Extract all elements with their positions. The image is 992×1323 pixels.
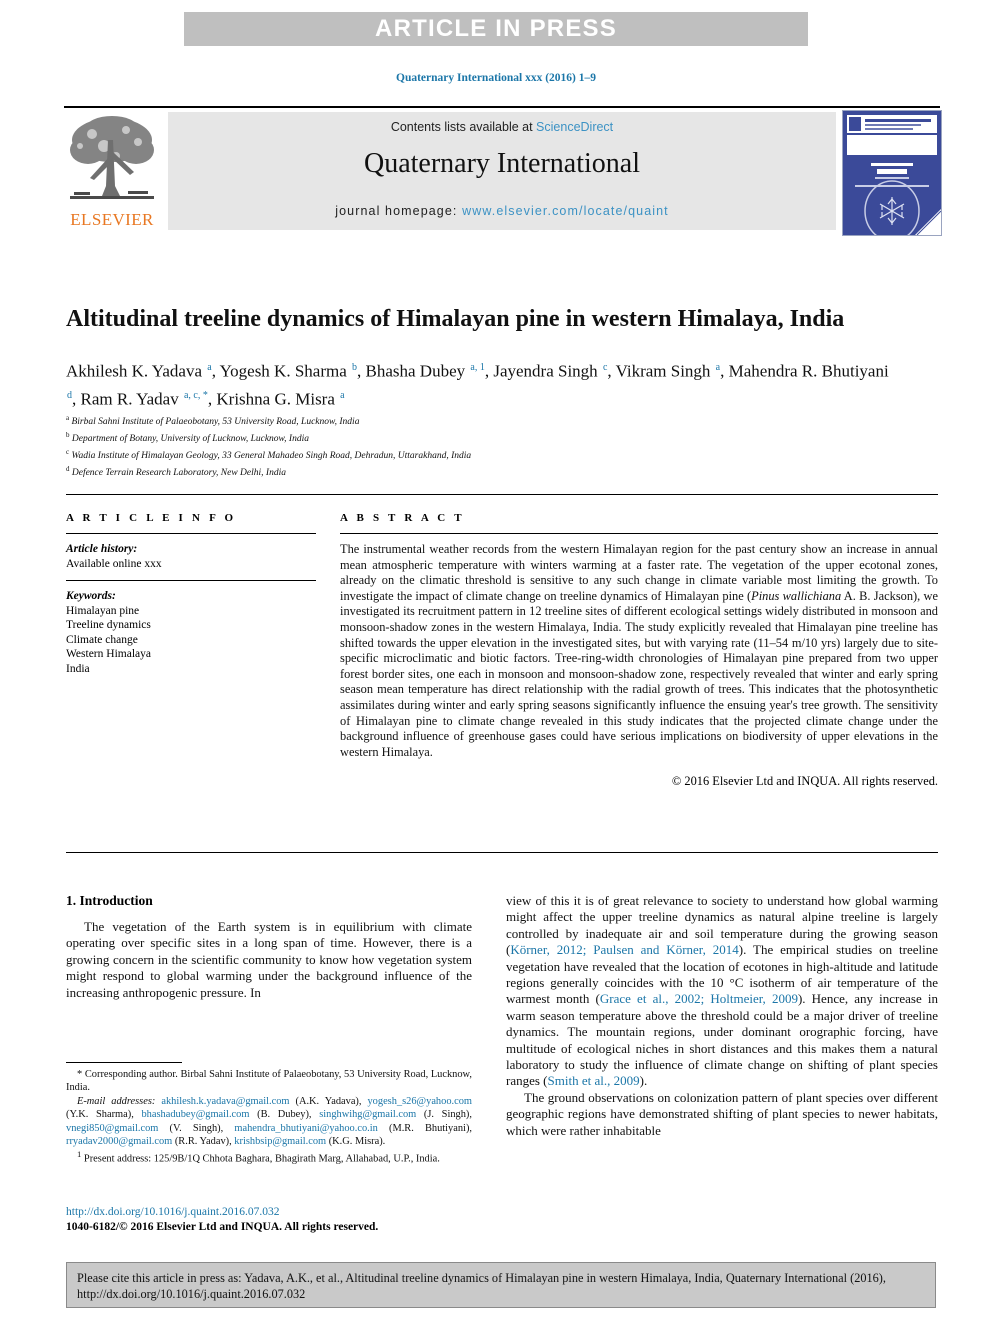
section-heading-introduction: 1. Introduction bbox=[66, 893, 153, 908]
intro-paragraph-right-2: The ground observations on colonization … bbox=[506, 1089, 938, 1138]
page-title: Altitudinal treeline dynamics of Himalay… bbox=[66, 306, 845, 333]
elsevier-tree-icon bbox=[68, 112, 156, 208]
info-section-top-rule bbox=[66, 494, 938, 495]
article-history-label: Article history: bbox=[66, 543, 138, 555]
article-info-rule-1 bbox=[66, 533, 316, 534]
journal-homepage-line: journal homepage: www.elsevier.com/locat… bbox=[168, 204, 836, 218]
affiliation-list: a Birbal Sahni Institute of Palaeobotany… bbox=[66, 412, 896, 480]
homepage-prefix-label: journal homepage: bbox=[335, 204, 463, 218]
affiliation-item: a Birbal Sahni Institute of Palaeobotany… bbox=[66, 412, 896, 429]
corresponding-author-note: * Corresponding author. Birbal Sahni Ins… bbox=[66, 1069, 472, 1094]
abstract-column: A B S T R A C T The instrumental weather… bbox=[340, 512, 938, 789]
journal-title: Quaternary International bbox=[364, 148, 640, 179]
abstract-copyright: © 2016 Elsevier Ltd and INQUA. All right… bbox=[671, 774, 938, 789]
sciencedirect-link[interactable]: ScienceDirect bbox=[536, 120, 613, 134]
affiliation-marker: b bbox=[66, 430, 70, 439]
journal-homepage-link[interactable]: www.elsevier.com/locate/quaint bbox=[462, 204, 669, 218]
abstract-text: The instrumental weather records from th… bbox=[340, 542, 939, 759]
contents-lists-line: Contents lists available at ScienceDirec… bbox=[168, 120, 836, 134]
body-left-column: 1. Introduction The vegetation of the Ea… bbox=[66, 893, 472, 1001]
masthead-center-panel: Contents lists available at ScienceDirec… bbox=[168, 112, 836, 230]
article-in-press-label: ARTICLE IN PRESS bbox=[375, 15, 617, 42]
article-history-block: Article history: Available online xxx bbox=[66, 542, 316, 571]
affiliation-item: d Defence Terrain Research Laboratory, N… bbox=[66, 463, 896, 480]
contents-prefix-label: Contents lists available at bbox=[390, 120, 537, 134]
body-right-column: view of this it is of great relevance to… bbox=[506, 893, 938, 1139]
please-cite-text: Please cite this article in press as: Ya… bbox=[77, 1271, 886, 1301]
keyword-item: Western Himalaya bbox=[66, 648, 151, 660]
affiliation-text: Wadia Institute of Himalayan Geology, 33… bbox=[71, 451, 472, 462]
issn-copyright-line: 1040-6182/© 2016 Elsevier Ltd and INQUA.… bbox=[66, 1221, 379, 1233]
article-info-rule-2 bbox=[66, 580, 316, 581]
info-section-bottom-rule bbox=[66, 852, 938, 853]
article-info-column: A R T I C L E I N F O Article history: A… bbox=[66, 512, 316, 676]
journal-cover-thumbnail[interactable] bbox=[842, 110, 942, 236]
affiliation-marker: a bbox=[66, 414, 70, 422]
elsevier-logo: ELSEVIER bbox=[64, 112, 160, 236]
email-addresses-note[interactable]: E-mail addresses: akhilesh.k.yadava@gmai… bbox=[66, 1095, 472, 1149]
present-address-note: 1 Present address: 125/9B/1Q Chhota Bagh… bbox=[77, 1149, 440, 1165]
footnote-block: * Corresponding author. Birbal Sahni Ins… bbox=[66, 1068, 472, 1166]
article-history-value: Available online xxx bbox=[66, 557, 162, 570]
author-list: Akhilesh K. Yadava a, Yogesh K. Sharma b… bbox=[66, 361, 889, 409]
affiliation-marker: c bbox=[66, 447, 70, 456]
intro-paragraph-right-1: view of this it is of great relevance to… bbox=[506, 893, 939, 1089]
doi-block: http://dx.doi.org/10.1016/j.quaint.2016.… bbox=[66, 1205, 496, 1235]
article-info-heading: A R T I C L E I N F O bbox=[66, 512, 237, 524]
keyword-item: Treeline dynamics bbox=[66, 619, 151, 631]
elsevier-wordmark: ELSEVIER bbox=[70, 210, 154, 229]
article-in-press-banner: ARTICLE IN PRESS bbox=[184, 12, 808, 46]
affiliation-item: c Wadia Institute of Himalayan Geology, … bbox=[66, 446, 896, 463]
masthead-top-rule bbox=[64, 106, 940, 108]
affiliation-text: Department of Botany, University of Luck… bbox=[71, 434, 309, 445]
keyword-item: India bbox=[66, 662, 90, 675]
keyword-item: Himalayan pine bbox=[66, 604, 140, 617]
footnote-separator-rule bbox=[66, 1062, 182, 1063]
affiliation-item: b Department of Botany, University of Lu… bbox=[66, 429, 896, 446]
doi-link[interactable]: http://dx.doi.org/10.1016/j.quaint.2016.… bbox=[66, 1205, 496, 1220]
keywords-block: Keywords: Himalayan pine Treeline dynami… bbox=[66, 589, 316, 676]
affiliation-marker: d bbox=[66, 464, 70, 473]
keywords-label: Keywords: bbox=[66, 590, 116, 602]
please-cite-box: Please cite this article in press as: Ya… bbox=[66, 1262, 936, 1308]
abstract-heading: A B S T R A C T bbox=[340, 512, 465, 524]
intro-paragraph-left: The vegetation of the Earth system is in… bbox=[66, 919, 472, 1000]
journal-reference-line: Quaternary International xxx (2016) 1–9 bbox=[396, 72, 596, 84]
affiliation-text: Birbal Sahni Institute of Palaeobotany, … bbox=[71, 417, 360, 428]
affiliation-text: Defence Terrain Research Laboratory, New… bbox=[71, 468, 286, 479]
abstract-rule bbox=[340, 533, 938, 534]
journal-masthead: ELSEVIER Contents lists available at Sci… bbox=[64, 106, 942, 236]
keyword-item: Climate change bbox=[66, 633, 138, 646]
